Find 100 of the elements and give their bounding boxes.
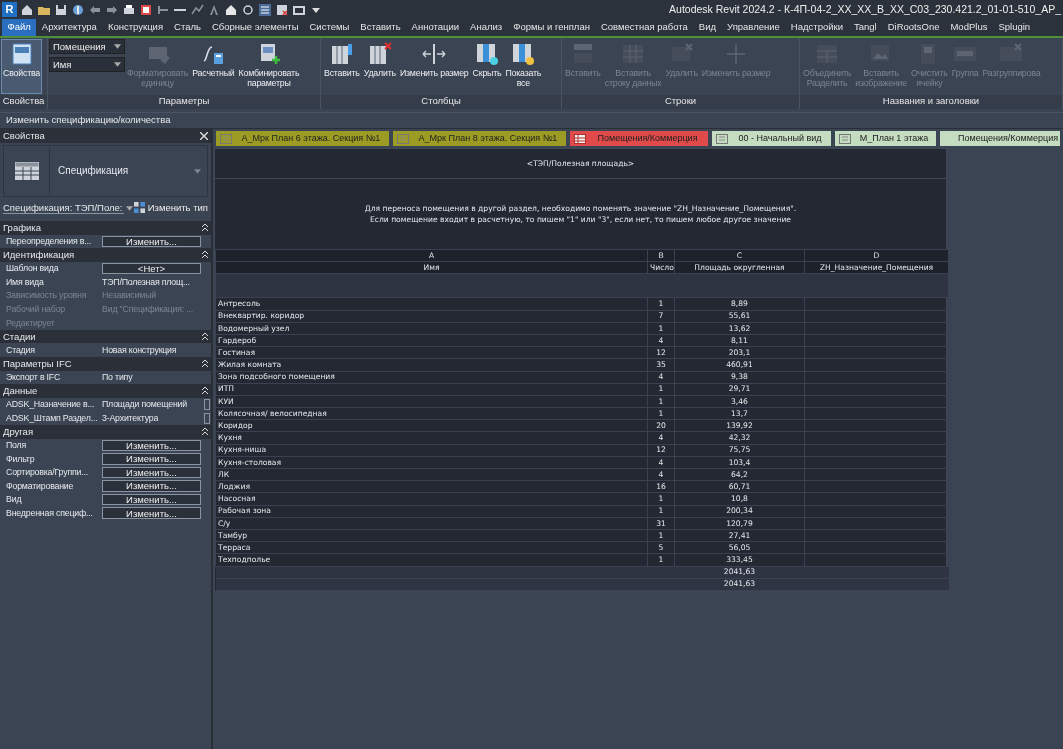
property-label: Шаблон вида: [5, 263, 60, 274]
edit-button[interactable]: Изменить...: [102, 466, 201, 479]
menu-tab[interactable]: Совместная работа: [595, 19, 694, 36]
menu-tab[interactable]: Сталь: [168, 19, 207, 36]
view-tab[interactable]: Помещения/Коммерция: [570, 131, 708, 146]
menu-tab[interactable]: Аннотации: [406, 19, 465, 36]
property-label: ADSK_Штамп Раздел...: [5, 412, 99, 424]
section-header[interactable]: Стадии: [0, 329, 211, 344]
property-label: Зависимость уровня: [5, 290, 88, 302]
menu-tab[interactable]: Архитектура: [36, 19, 103, 36]
section-header[interactable]: Графика: [0, 221, 211, 235]
view-tab[interactable]: М_План 1 этажа: [835, 131, 936, 146]
menu-tab[interactable]: Tangl: [848, 19, 883, 36]
panel-title: Свойства: [3, 130, 45, 142]
property-label: Фильтр: [5, 453, 36, 465]
ribbon-button[interactable]: Свойства: [1, 39, 43, 94]
ribbon-button[interactable]: Расчетный: [190, 39, 237, 94]
collapse-icon[interactable]: [202, 333, 208, 341]
edit-button[interactable]: Изменить...: [102, 480, 201, 492]
property-label: Форматирование: [5, 480, 75, 492]
ribbon-button[interactable]: Вставить: [322, 39, 362, 94]
panel-title: Названия и заголовки: [800, 95, 1063, 109]
collapse-icon[interactable]: [202, 360, 208, 368]
section-header[interactable]: Данные: [0, 384, 211, 398]
edit-button[interactable]: Изменить...: [102, 235, 201, 248]
view-tab[interactable]: А_Мрк План 6 этажа. Секция №1: [216, 131, 389, 146]
property-label: Имя вида: [5, 276, 45, 288]
checkbox[interactable]: [204, 399, 210, 410]
line-icon[interactable]: [190, 2, 204, 17]
property-value: 3-Архитектура: [102, 412, 160, 424]
home-icon[interactable]: [20, 2, 34, 17]
context-label: Изменить спецификацию/количества: [6, 114, 171, 125]
menu-tab[interactable]: Анализ: [464, 19, 508, 36]
collapse-icon[interactable]: [202, 387, 208, 395]
menu-tab[interactable]: ModPlus: [944, 19, 993, 36]
save-icon[interactable]: [54, 2, 68, 17]
menu-tab[interactable]: Файл: [2, 19, 37, 36]
property-value: Площади помещений: [102, 399, 188, 410]
dropdown-field[interactable]: Имя: [49, 57, 125, 72]
close-icon[interactable]: [200, 132, 208, 140]
view-tab[interactable]: Помещения/Коммерция: [940, 131, 1061, 146]
collapse-icon[interactable]: [202, 224, 208, 232]
menu-tab[interactable]: Вид: [693, 19, 722, 36]
section-header[interactable]: Другая: [0, 424, 211, 439]
collapse-icon[interactable]: [202, 428, 208, 436]
section-header[interactable]: Идентификация: [0, 248, 211, 262]
sheet-icon: [839, 133, 851, 144]
app-logo[interactable]: R: [2, 2, 17, 17]
print-icon[interactable]: [122, 2, 136, 17]
property-value: По типу: [102, 372, 134, 383]
view-selector[interactable]: Спецификация: ТЭП/Поле:: [3, 201, 125, 215]
panel-title: Столбцы: [321, 95, 562, 109]
ribbon-button[interactable]: Скрыть: [470, 39, 504, 94]
close-views-icon[interactable]: [275, 2, 289, 17]
show-columns-icon: [510, 41, 537, 67]
type-selector[interactable]: Спецификация: [3, 145, 208, 197]
section-header[interactable]: Параметры IFC: [0, 356, 211, 371]
menu-tab[interactable]: Управление: [721, 19, 786, 36]
checkbox[interactable]: [204, 412, 210, 424]
edit-button[interactable]: <Нет>: [102, 262, 201, 275]
property-value: ТЭП/Полезная площ...: [102, 276, 191, 288]
schedule-icon: [574, 133, 586, 144]
property-value: Вид "Спецификация: ...: [102, 304, 195, 315]
menu-tab[interactable]: Сборные элементы: [206, 19, 304, 36]
caret-icon[interactable]: [125, 205, 133, 211]
view-tab[interactable]: 00 - Начальный вид: [712, 131, 831, 146]
dropdown-field[interactable]: Помещения: [49, 39, 125, 54]
ribbon-button[interactable]: Изменить размер: [397, 39, 471, 94]
edit-button[interactable]: Изменить...: [102, 453, 201, 465]
property-label: Поля: [5, 440, 28, 451]
edit-button[interactable]: Изменить...: [102, 507, 201, 520]
menu-tab[interactable]: Конструкция: [102, 19, 169, 36]
edit-button[interactable]: Изменить...: [102, 493, 201, 506]
menu-tab[interactable]: Splugin: [992, 19, 1036, 36]
sheet-icon: [397, 133, 409, 144]
menu-tab[interactable]: Формы и генплан: [507, 19, 596, 36]
menu-tab[interactable]: Системы: [304, 19, 355, 36]
caret-icon[interactable]: [194, 168, 201, 174]
menu-tab[interactable]: Надстройки: [785, 19, 849, 36]
thin-lines-icon[interactable]: [258, 2, 272, 17]
panel-title: Параметры: [48, 95, 321, 109]
menu-tab[interactable]: Вставить: [354, 19, 407, 36]
caret-icon[interactable]: [114, 62, 121, 67]
property-label: ADSK_Назначение в...: [5, 399, 96, 410]
view-tab[interactable]: А_Мрк План 8 этажа. Секция №1: [393, 131, 566, 146]
ribbon-button[interactable]: Удалить: [361, 39, 398, 94]
property-label: Экспорт в IFC: [5, 372, 62, 383]
menu-tab[interactable]: DiRootsOne: [882, 19, 945, 36]
caret-icon[interactable]: [114, 44, 121, 49]
edit-button[interactable]: Изменить...: [102, 439, 201, 452]
ribbon-button[interactable]: Показать все: [503, 39, 544, 94]
edit-type-button[interactable]: Изменить тип: [133, 202, 208, 214]
property-label: Стадия: [5, 344, 36, 356]
panel-title: Свойства: [0, 95, 48, 109]
collapse-icon[interactable]: [202, 251, 208, 259]
sheet-icon: [716, 133, 728, 144]
ribbon-button[interactable]: Комбинировать параметры: [236, 39, 302, 94]
property-label: Переопределения в...: [5, 236, 92, 247]
section-icon[interactable]: [241, 2, 255, 17]
sheet-icon[interactable]: [139, 2, 153, 17]
